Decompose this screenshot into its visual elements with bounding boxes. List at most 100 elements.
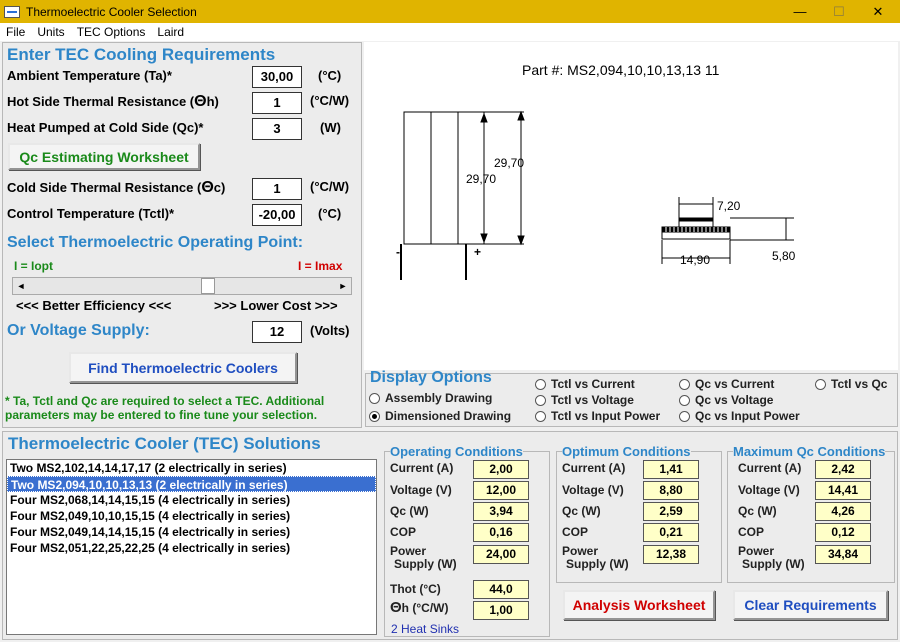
ambient-label: Ambient Temperature (Ta)* (7, 68, 172, 83)
radio-tctl-vs-input-power[interactable]: Tctl vs Input Power (535, 409, 660, 423)
max-power-label: Power Supply (W) (738, 544, 805, 571)
radio-qc-vs-current[interactable]: Qc vs Current (679, 377, 774, 391)
menu-units[interactable]: Units (31, 25, 70, 39)
radio-assembly-drawing[interactable]: Assembly Drawing (369, 391, 492, 405)
hot-res-unit: (°C/W) (310, 93, 350, 108)
find-tec-button[interactable]: Find Thermoelectric Coolers (69, 352, 297, 383)
solution-item[interactable]: Four MS2,051,22,25,22,25 (4 electrically… (7, 540, 376, 556)
solutions-listbox[interactable]: Two MS2,102,14,14,17,17 (2 electrically … (6, 459, 377, 635)
qc-worksheet-button[interactable]: Qc Estimating Worksheet (8, 143, 200, 170)
slider-left-arrow[interactable]: ◄ (13, 278, 29, 294)
voltage-input[interactable]: 12 (252, 321, 302, 343)
operating-conditions-title: Operating Conditions (390, 444, 523, 459)
opt-power-value: 12,38 (643, 545, 699, 564)
window-title: Thermoelectric Cooler Selection (26, 4, 197, 19)
menu-file[interactable]: File (0, 25, 31, 39)
requirements-note: * Ta, Tctl and Qc are required to select… (5, 394, 325, 422)
hot-res-input[interactable]: 1 (252, 92, 302, 114)
menu-laird[interactable]: Laird (151, 25, 190, 39)
cold-res-unit: (°C/W) (310, 179, 350, 194)
app-icon (4, 5, 20, 18)
voltage-unit: (Volts) (310, 323, 350, 338)
dimension-width: 29,70 (466, 172, 497, 186)
heat-input[interactable]: 3 (252, 118, 302, 140)
op-cop-label: COP (390, 525, 417, 539)
dimension-inner: 7,20 (717, 199, 741, 213)
max-cop-value: 0,12 (815, 523, 871, 542)
radio-tctl-vs-voltage[interactable]: Tctl vs Voltage (535, 393, 634, 407)
display-options-title: Display Options (370, 369, 492, 386)
ambient-input[interactable]: 30,00 (252, 66, 302, 88)
op-qc-value: 3,94 (473, 502, 529, 521)
title-bar: Thermoelectric Cooler Selection (0, 0, 900, 23)
op-thot-label: Thot (°C) (390, 582, 441, 596)
op-voltage-value: 12,00 (473, 481, 529, 500)
minimize-button[interactable]: — (778, 0, 822, 23)
dimension-outer: 14,90 (680, 253, 711, 267)
slider-thumb[interactable] (201, 278, 215, 294)
menu-tec-options[interactable]: TEC Options (71, 25, 152, 39)
maximize-button[interactable]: ☐ (817, 0, 861, 23)
opt-voltage-label: Voltage (V) (562, 483, 624, 497)
ambient-unit: (°C) (318, 68, 342, 83)
op-qc-label: Qc (W) (390, 504, 429, 518)
solution-item-selected[interactable]: Two MS2,094,10,10,13,13 (2 electrically … (7, 476, 376, 492)
voltage-label: Or Voltage Supply: (7, 322, 150, 339)
op-cop-value: 0,16 (473, 523, 529, 542)
opt-cop-value: 0,21 (643, 523, 699, 542)
close-button[interactable]: ✕ (856, 0, 900, 23)
max-qc-value: 4,26 (815, 502, 871, 521)
opt-voltage-value: 8,80 (643, 481, 699, 500)
control-label: Control Temperature (Tctl)* (7, 206, 175, 221)
drawing-area: Part #: MS2,094,10,10,13,13 11 29,70 29,… (364, 42, 898, 370)
opt-power-label: Power Supply (W) (562, 544, 629, 571)
cold-res-label: Cold Side Thermal Resistance (Θc) (7, 179, 226, 196)
opt-qc-label: Qc (W) (562, 504, 601, 518)
opt-cop-label: COP (562, 525, 589, 539)
opt-qc-value: 2,59 (643, 502, 699, 521)
radio-tctl-vs-current[interactable]: Tctl vs Current (535, 377, 635, 391)
radio-qc-vs-voltage[interactable]: Qc vs Voltage (679, 393, 773, 407)
op-power-value: 24,00 (473, 545, 529, 564)
solution-item[interactable]: Four MS2,068,14,14,15,15 (4 electrically… (7, 492, 376, 508)
slider-right-arrow[interactable]: ► (335, 278, 351, 294)
max-current-label: Current (A) (738, 461, 802, 475)
radio-tctl-vs-qc[interactable]: Tctl vs Qc (815, 377, 887, 391)
solution-item[interactable]: Four MS2,049,14,14,15,15 (4 electrically… (7, 524, 376, 540)
op-voltage-label: Voltage (V) (390, 483, 452, 497)
menu-bar: File Units TEC Options Laird (0, 23, 900, 41)
radio-dimensioned-drawing[interactable]: Dimensioned Drawing (369, 409, 511, 423)
max-cop-label: COP (738, 525, 765, 539)
op-theta-value: 1,00 (473, 601, 529, 620)
operating-point-slider[interactable]: ◄ ► (12, 277, 352, 295)
cost-label: >>> Lower Cost >>> (214, 298, 338, 313)
plus-terminal: + (474, 245, 482, 259)
solution-item[interactable]: Four MS2,049,10,10,15,15 (4 electrically… (7, 508, 376, 524)
dimension-height: 29,70 (494, 156, 525, 170)
op-power-label: Power Supply (W) (390, 544, 457, 571)
max-qc-label: Qc (W) (738, 504, 777, 518)
dimension-drawing (400, 110, 794, 280)
hot-res-label: Hot Side Thermal Resistance (Θh) (7, 93, 219, 110)
cold-res-input[interactable]: 1 (252, 178, 302, 200)
analysis-worksheet-button[interactable]: Analysis Worksheet (563, 590, 715, 620)
heat-label: Heat Pumped at Cold Side (Qc)* (7, 120, 204, 135)
solution-item[interactable]: Two MS2,102,14,14,17,17 (2 electrically … (7, 460, 376, 476)
op-thot-value: 44,0 (473, 580, 529, 599)
imax-label: I = Imax (298, 259, 343, 273)
max-voltage-label: Voltage (V) (738, 483, 800, 497)
control-unit: (°C) (318, 206, 342, 221)
maximum-conditions-title: Maximum Qc Conditions (733, 444, 886, 459)
radio-qc-vs-input-power[interactable]: Qc vs Input Power (679, 409, 800, 423)
clear-requirements-button[interactable]: Clear Requirements (733, 590, 888, 620)
op-current-value: 2,00 (473, 460, 529, 479)
opt-current-label: Current (A) (562, 461, 626, 475)
max-current-value: 2,42 (815, 460, 871, 479)
optimum-conditions-title: Optimum Conditions (562, 444, 691, 459)
max-power-value: 34,84 (815, 545, 871, 564)
operating-point-title: Select Thermoelectric Operating Point: (7, 234, 304, 251)
control-input[interactable]: -20,00 (252, 204, 302, 226)
requirements-title: Enter TEC Cooling Requirements (7, 45, 276, 64)
dimension-thickness: 5,80 (772, 249, 796, 263)
iopt-label: I = Iopt (14, 259, 53, 273)
